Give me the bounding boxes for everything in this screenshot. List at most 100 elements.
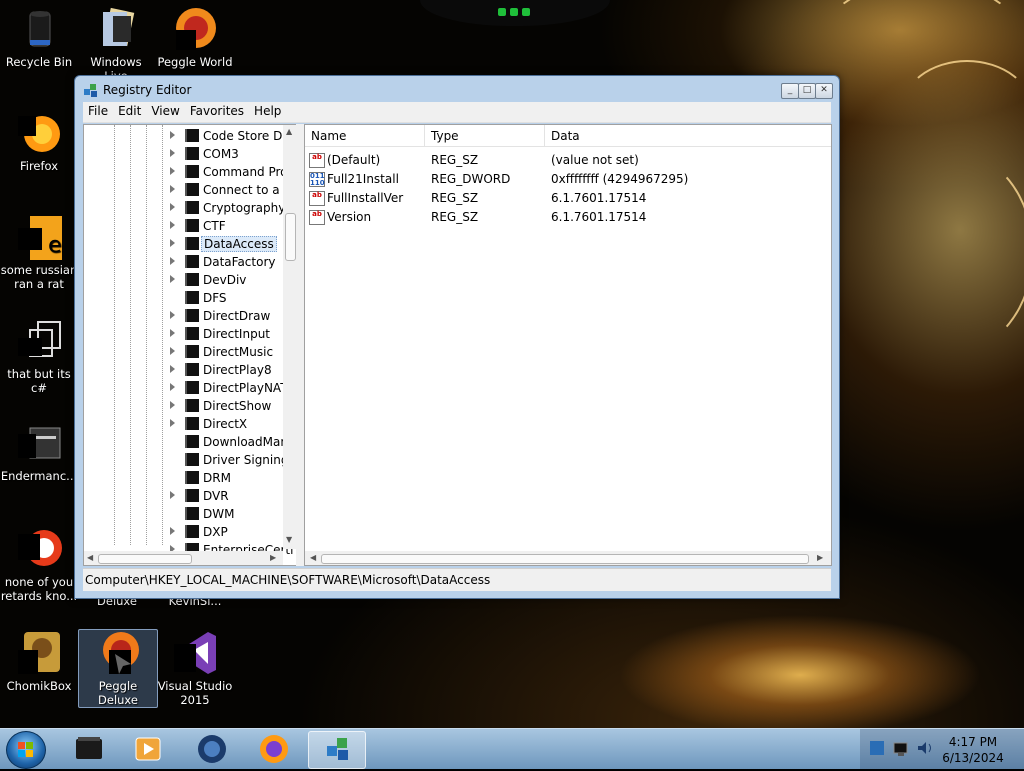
tree-node[interactable]: Command Pro (84, 163, 288, 181)
expand-arrow-icon[interactable] (170, 257, 175, 265)
taskbar-app-globe[interactable] (184, 731, 240, 767)
registry-value-row[interactable]: ab (Default) REG_SZ (value not set) (305, 151, 825, 170)
expand-arrow-icon[interactable] (170, 239, 175, 247)
registry-editor-window[interactable]: Registry Editor _ □ ✕ File Edit View Favori… (74, 75, 840, 599)
values-horizontal-scrollbar[interactable]: ◀ ▶ (305, 551, 831, 565)
tree-node[interactable]: Connect to a N (84, 181, 292, 199)
scroll-right-arrow-icon[interactable]: ▶ (817, 553, 823, 562)
desktop-icon-that-but-its-csharp[interactable]: that but its c# (0, 318, 78, 395)
tree-node[interactable]: DVR (84, 487, 284, 505)
tray-app-icon[interactable] (868, 739, 886, 760)
desktop-icon-firefox[interactable]: Firefox (0, 110, 78, 173)
menu-view[interactable]: View (146, 102, 184, 122)
minimize-button[interactable]: _ (781, 83, 799, 99)
tree-node[interactable]: DataFactory (84, 253, 284, 271)
column-header-type[interactable]: Type (425, 125, 545, 147)
network-icon[interactable] (892, 739, 910, 760)
tree-node[interactable]: DRM (84, 469, 284, 487)
tree-horizontal-scroll-thumb[interactable] (98, 554, 192, 564)
expand-arrow-icon[interactable] (170, 203, 175, 211)
tree-node[interactable]: DWM (84, 505, 284, 523)
registry-values-list[interactable]: Name Type Data ab (Default) REG_SZ (value n… (304, 124, 832, 566)
scroll-right-arrow-icon[interactable]: ▶ (270, 553, 276, 562)
tree-vertical-scrollbar[interactable]: ▲ ▼ (283, 125, 297, 549)
expand-arrow-icon[interactable] (170, 329, 175, 337)
tree-node[interactable]: CTF (84, 217, 284, 235)
tree-node[interactable]: DFS (84, 289, 284, 307)
tree-node[interactable]: DirectDraw (84, 307, 284, 325)
maximize-button[interactable]: □ (798, 83, 816, 99)
taskbar-registry-editor[interactable] (308, 731, 366, 769)
scroll-down-arrow-icon[interactable]: ▼ (286, 535, 292, 544)
desktop-icon-label: Recycle Bin (5, 55, 73, 69)
clock-date[interactable]: 6/13/2024 (938, 751, 1008, 765)
pane-splitter[interactable] (296, 124, 304, 566)
registry-key-folder-icon (185, 417, 199, 430)
title-bar[interactable]: Registry Editor _ □ ✕ (75, 76, 839, 104)
scroll-up-arrow-icon[interactable]: ▲ (286, 127, 292, 136)
desktop-icon-some-russian-ran-a-rat[interactable]: e some russian ran a rat (0, 214, 78, 291)
desktop-icon-recycle-bin[interactable]: Recycle Bin (0, 6, 78, 69)
tree-node[interactable]: DirectX (84, 415, 284, 433)
tree-horizontal-scrollbar[interactable]: ◀ ▶ (84, 551, 283, 565)
registry-value-row[interactable]: ab FullInstallVer REG_SZ 6.1.7601.17514 (305, 189, 825, 208)
expand-arrow-icon[interactable] (170, 419, 175, 427)
tree-node[interactable]: DirectPlay8 (84, 361, 284, 379)
menu-edit[interactable]: Edit (113, 102, 146, 122)
expand-arrow-icon[interactable] (170, 491, 175, 499)
taskbar-recycle-app[interactable] (60, 731, 116, 767)
expand-arrow-icon[interactable] (170, 221, 175, 229)
column-header-name[interactable]: Name (305, 125, 425, 147)
expand-arrow-icon[interactable] (170, 149, 175, 157)
tree-node[interactable]: DevDiv (84, 271, 284, 289)
tree-vertical-scroll-thumb[interactable] (285, 213, 296, 261)
close-button[interactable]: ✕ (815, 83, 833, 99)
desktop-icon-windows-live[interactable]: Windows Live (77, 6, 155, 83)
registry-key-tree[interactable]: Code Store Da COM3 Command Pro Connect to a… (83, 124, 298, 566)
expand-arrow-icon[interactable] (170, 131, 175, 139)
tree-node-label: DirectInput (203, 327, 271, 341)
menu-favorites[interactable]: Favorites (185, 102, 249, 122)
desktop-icon-peggle-deluxe[interactable]: Peggle Deluxe (78, 629, 158, 708)
expand-arrow-icon[interactable] (170, 527, 175, 535)
tree-node[interactable]: DXP (84, 523, 284, 541)
tree-node[interactable]: Driver Signing (84, 451, 288, 469)
registry-value-row[interactable]: 011 110 Full21Install REG_DWORD 0xffffffff … (305, 170, 825, 189)
tree-node[interactable]: Cryptography (84, 199, 285, 217)
column-header-data[interactable]: Data (545, 125, 831, 147)
scroll-left-arrow-icon[interactable]: ◀ (87, 553, 93, 562)
expand-arrow-icon[interactable] (170, 383, 175, 391)
tree-node[interactable]: DirectMusic (84, 343, 284, 361)
tree-node[interactable]: Code Store Da (84, 127, 290, 145)
expand-arrow-icon[interactable] (170, 347, 175, 355)
start-button[interactable] (6, 731, 46, 769)
expand-arrow-icon[interactable] (170, 311, 175, 319)
desktop-icon-visual-studio-2015[interactable]: Visual Studio 2015 (156, 630, 234, 707)
expand-arrow-icon[interactable] (170, 275, 175, 283)
taskbar-firefox[interactable] (246, 731, 302, 767)
expand-arrow-icon[interactable] (170, 365, 175, 373)
taskbar-media-player[interactable] (120, 731, 176, 767)
values-horizontal-scroll-thumb[interactable] (321, 554, 809, 564)
wallpaper-swirl (900, 60, 1024, 164)
clock-time[interactable]: 4:17 PM (938, 735, 1008, 749)
expand-arrow-icon[interactable] (170, 401, 175, 409)
desktop-icon-endermanch[interactable]: Endermanc... (0, 420, 78, 483)
expand-arrow-icon[interactable] (170, 185, 175, 193)
tree-node-label: DevDiv (203, 273, 247, 287)
volume-icon[interactable] (916, 739, 934, 760)
desktop-icon-chomikbox[interactable]: ChomikBox (0, 630, 78, 693)
tree-node[interactable]: DirectPlayNAT (84, 379, 288, 397)
tree-node[interactable]: DataAccess (84, 235, 284, 253)
menu-help[interactable]: Help (249, 102, 286, 122)
tree-node[interactable]: DownloadMan (84, 433, 288, 451)
tree-node[interactable]: COM3 (84, 145, 284, 163)
desktop-icon-none-of-you-retards[interactable]: none of you retards kno... (0, 526, 78, 603)
desktop-icon-peggle-world[interactable]: Peggle World (156, 6, 234, 69)
menu-file[interactable]: File (83, 102, 113, 122)
expand-arrow-icon[interactable] (170, 167, 175, 175)
tree-node[interactable]: DirectInput (84, 325, 284, 343)
tree-node[interactable]: DirectShow (84, 397, 284, 415)
registry-value-row[interactable]: ab Version REG_SZ 6.1.7601.17514 (305, 208, 825, 227)
scroll-left-arrow-icon[interactable]: ◀ (310, 553, 316, 562)
